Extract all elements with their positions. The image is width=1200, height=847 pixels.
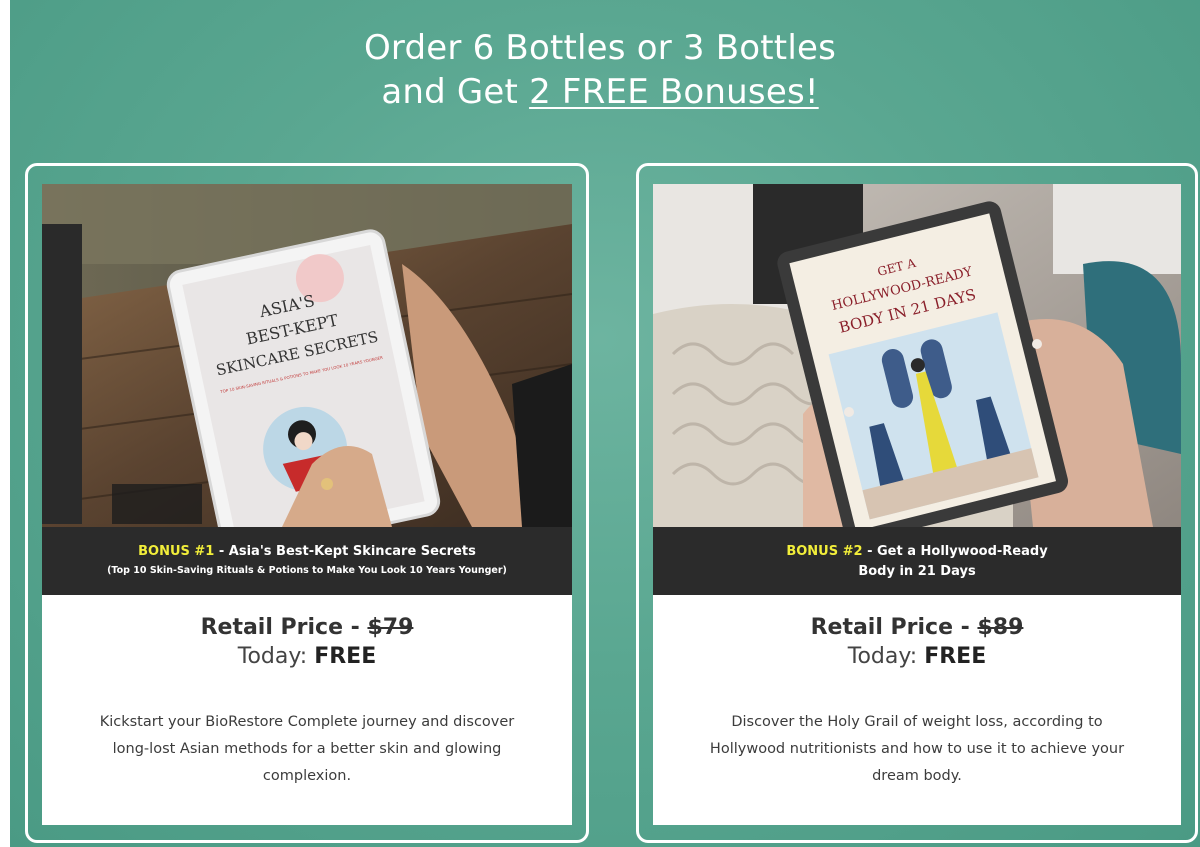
bonus-2-tag: BONUS #2 (786, 544, 863, 559)
bonus-1-tag: BONUS #1 (138, 544, 215, 559)
bonus-2-title: - Get a Hollywood-Ready (862, 544, 1048, 559)
bonus-2-caption: BONUS #2 - Get a Hollywood-Ready Body in… (653, 527, 1181, 595)
bonus-card-2: GET A HOLLYWOOD-READY BODY IN 21 DAYS BO… (636, 163, 1198, 843)
bonus-1-retail-price: Retail Price - $79 (42, 614, 572, 642)
bonus-1-title: - Asia's Best-Kept Skincare Secrets (214, 544, 476, 559)
bonus-2-today-price: Today: FREE (653, 642, 1181, 672)
bonus-offer-section: Order 6 Bottles or 3 Bottles and Get 2 F… (0, 0, 1200, 847)
bonus-2-title-line-2: Body in 21 Days (858, 564, 976, 579)
headline-line-2: and Get 2 FREE Bonuses! (0, 70, 1200, 114)
bonus-1-subtitle: (Top 10 Skin-Saving Rituals & Potions to… (107, 565, 507, 576)
left-edge-strip (0, 0, 10, 847)
bonus-2-retail-value: $89 (977, 615, 1024, 640)
bonus-2-image: GET A HOLLYWOOD-READY BODY IN 21 DAYS (653, 184, 1181, 527)
bonus-1-today-price: Today: FREE (42, 642, 572, 672)
bonus-2-retail-price: Retail Price - $89 (653, 614, 1181, 642)
bonus-2-today-label: Today: (847, 644, 925, 669)
free-bonuses-link[interactable]: 2 FREE Bonuses! (529, 72, 819, 112)
bonus-1-retail-label: Retail Price - (200, 615, 368, 640)
bonus-2-price-block: Retail Price - $89 Today: FREE (653, 614, 1181, 672)
headline-line-2-prefix: and Get (381, 72, 530, 112)
bonus-1-retail-value: $79 (367, 615, 414, 640)
offer-headline: Order 6 Bottles or 3 Bottles and Get 2 F… (0, 26, 1200, 114)
bonus-2-retail-label: Retail Price - (810, 615, 978, 640)
bonus-1-image: ASIA'S BEST-KEPT SKINCARE SECRETS TOP 10… (42, 184, 572, 527)
bonus-2-description: Discover the Holy Grail of weight loss, … (709, 714, 1125, 784)
bonus-1-caption-title-row: BONUS #1 - Asia's Best-Kept Skincare Sec… (42, 543, 572, 561)
bonus-card-1-inner: ASIA'S BEST-KEPT SKINCARE SECRETS TOP 10… (42, 184, 572, 825)
bonus-1-today-value: FREE (314, 644, 377, 669)
bonus-card-2-inner: GET A HOLLYWOOD-READY BODY IN 21 DAYS BO… (653, 184, 1181, 825)
bonus-2-today-value: FREE (924, 644, 987, 669)
headline-line-1: Order 6 Bottles or 3 Bottles (363, 28, 837, 68)
bonus-2-caption-title-row: BONUS #2 - Get a Hollywood-Ready (653, 543, 1181, 561)
bonus-1-price-block: Retail Price - $79 Today: FREE (42, 614, 572, 672)
bonus-1-description: Kickstart your BioRestore Complete journ… (99, 714, 515, 784)
bonus-card-1: ASIA'S BEST-KEPT SKINCARE SECRETS TOP 10… (25, 163, 589, 843)
bonus-1-caption: BONUS #1 - Asia's Best-Kept Skincare Sec… (42, 527, 572, 595)
bonus-1-today-label: Today: (237, 644, 315, 669)
